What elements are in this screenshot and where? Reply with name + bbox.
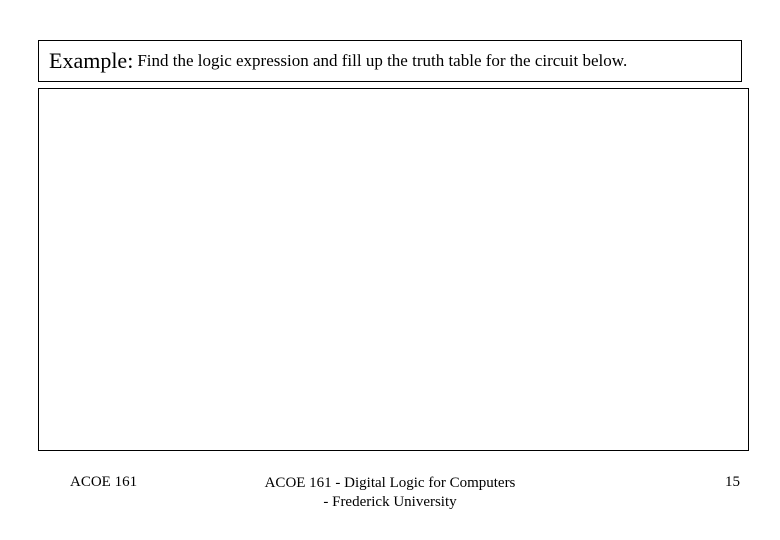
footer-center-line2: - Frederick University xyxy=(265,493,516,512)
content-box xyxy=(38,88,749,451)
footer: ACOE 161 ACOE 161 - Digital Logic for Co… xyxy=(0,472,780,512)
footer-left: ACOE 161 xyxy=(70,474,137,491)
footer-center-line1: ACOE 161 - Digital Logic for Computers xyxy=(265,474,516,493)
footer-center: ACOE 161 - Digital Logic for Computers -… xyxy=(265,474,516,512)
footer-page-number: 15 xyxy=(725,474,740,491)
title-prefix: Example: xyxy=(49,48,133,74)
title-rest: Find the logic expression and fill up th… xyxy=(137,51,627,71)
title-box: Example: Find the logic expression and f… xyxy=(38,40,742,82)
